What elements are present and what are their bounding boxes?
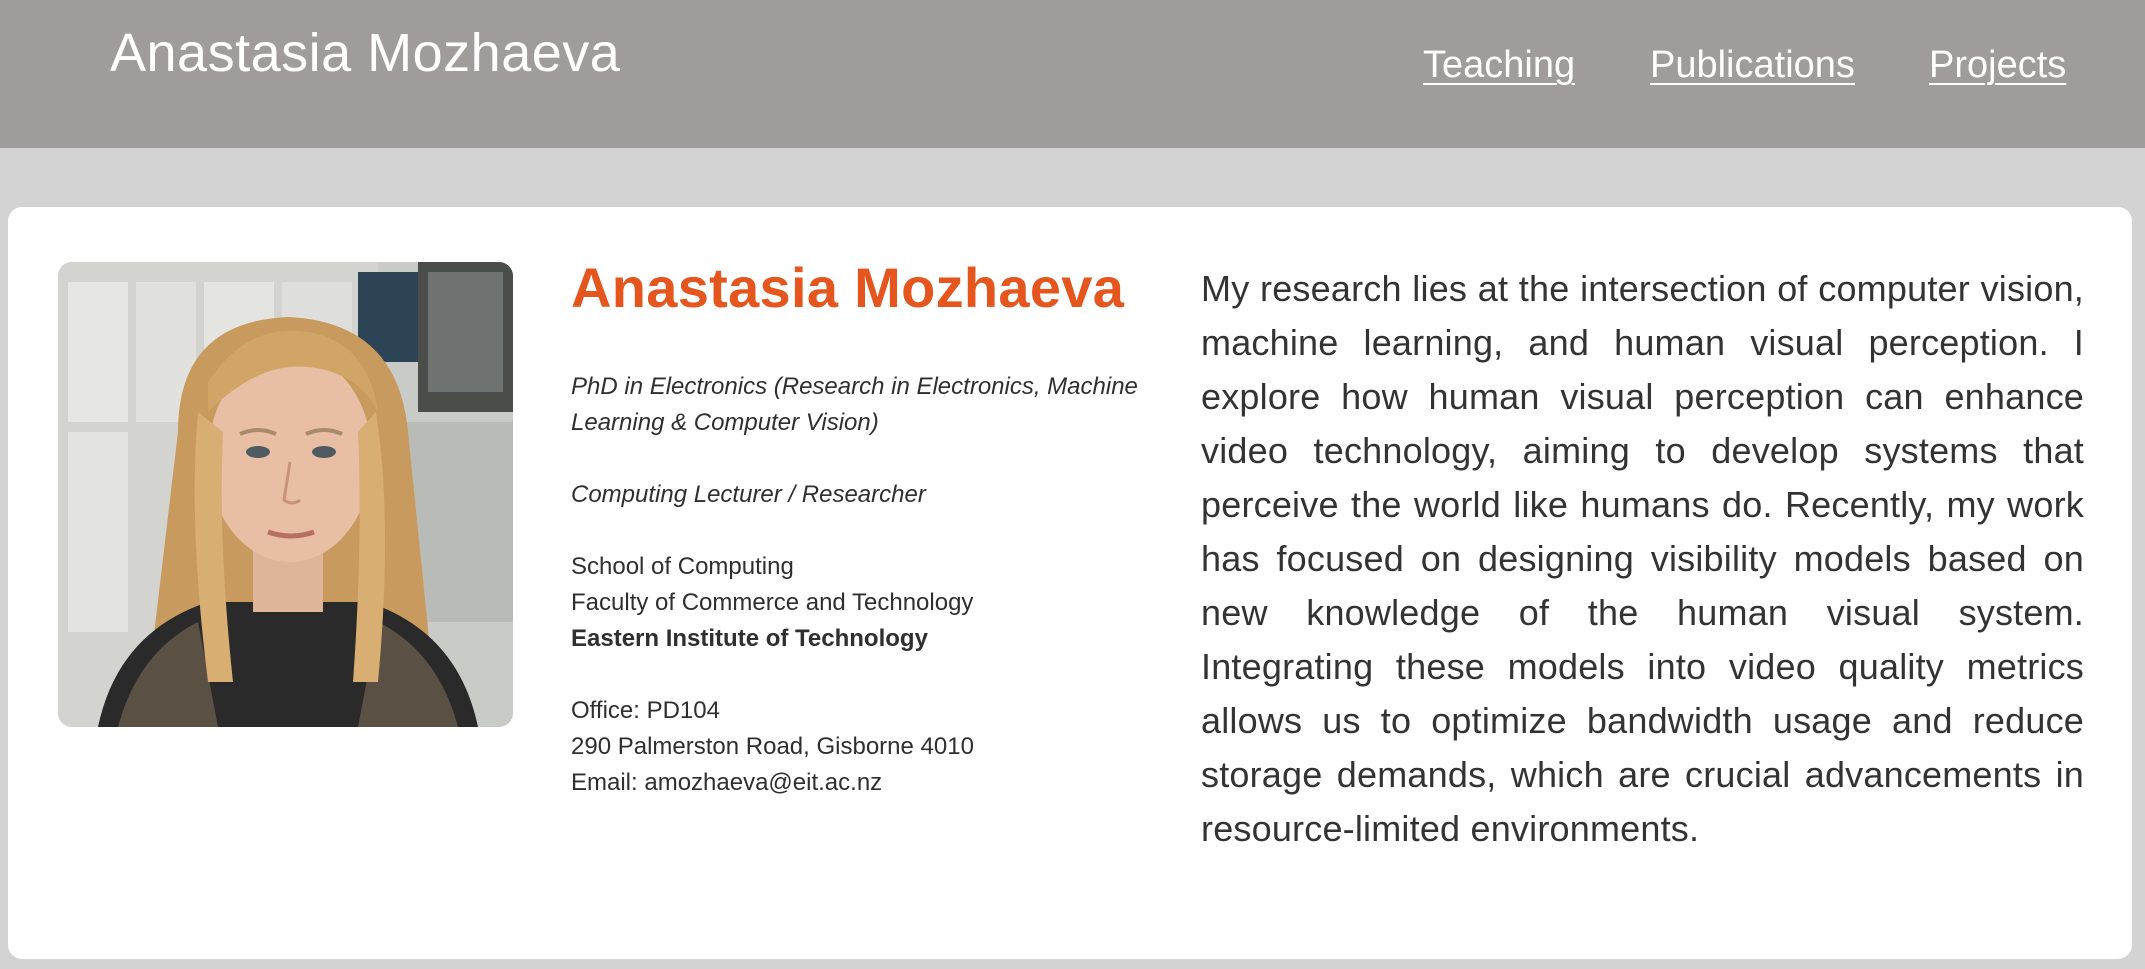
office-location: Office: PD104 <box>571 697 720 724</box>
research-bio: My research lies at the intersection of … <box>1201 268 2084 849</box>
site-title[interactable]: Anastasia Mozhaeva <box>110 22 620 84</box>
profile-degree: PhD in Electronics (Research in Electron… <box>571 373 1138 436</box>
affiliation-block: School of Computing Faculty of Commerce … <box>571 549 1191 657</box>
faculty-name: Faculty of Commerce and Technology <box>571 589 974 616</box>
profile-role: Computing Lecturer / Researcher <box>571 481 926 508</box>
nav-link-projects[interactable]: Projects <box>1929 44 2066 87</box>
postal-address: 290 Palmerston Road, Gisborne 4010 <box>571 733 974 760</box>
school-name: School of Computing <box>571 553 794 580</box>
site-header: Anastasia Mozhaeva Teaching Publications… <box>0 0 2145 148</box>
contact-block: Office: PD104 290 Palmerston Road, Gisbo… <box>571 693 1191 801</box>
institute-name: Eastern Institute of Technology <box>571 625 928 652</box>
email-address[interactable]: Email: amozhaeva@eit.ac.nz <box>571 765 1191 801</box>
profile-photo <box>58 262 513 727</box>
profile-card: Anastasia Mozhaeva PhD in Electronics (R… <box>8 207 2132 959</box>
profile-name: Anastasia Mozhaeva <box>571 256 1125 319</box>
nav-link-publications[interactable]: Publications <box>1650 44 1855 87</box>
nav-link-teaching[interactable]: Teaching <box>1423 44 1575 87</box>
